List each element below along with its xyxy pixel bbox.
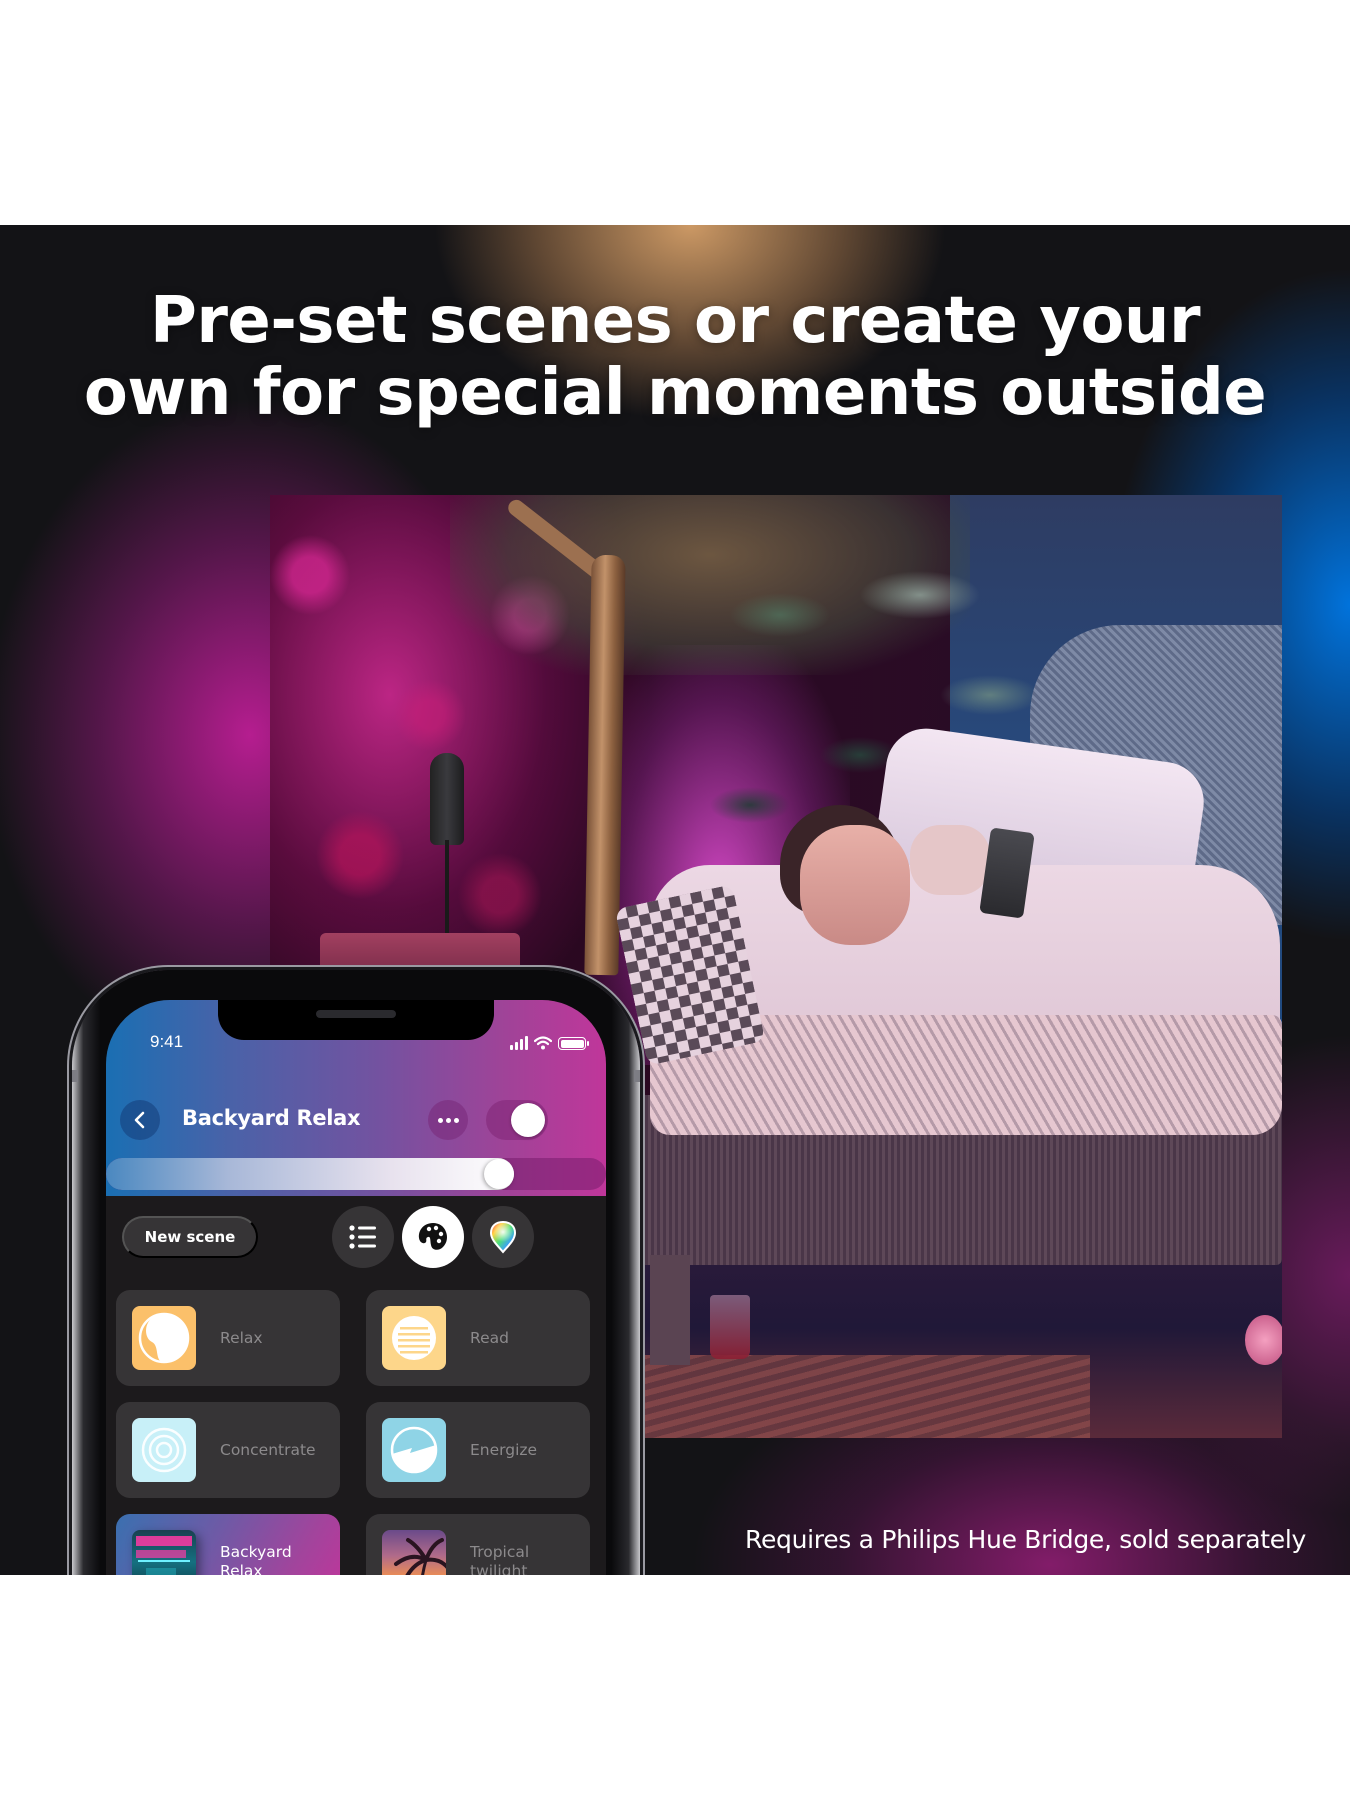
scene-label: Tropical twilight — [470, 1543, 530, 1575]
brightness-slider[interactable] — [106, 1158, 606, 1190]
battery-icon — [558, 1037, 589, 1050]
list-view-button[interactable] — [332, 1206, 394, 1268]
scene-label: Energize — [470, 1440, 538, 1459]
color-wheel-pin-icon — [489, 1220, 517, 1254]
phone-notch — [218, 1000, 494, 1040]
scene-tile-concentrate[interactable]: Concentrate — [116, 1402, 340, 1498]
scene-tile-tropical-twilight[interactable]: Tropical twilight — [366, 1514, 590, 1575]
energize-bolt-icon — [382, 1418, 446, 1482]
scene-tile-energize[interactable]: Energize — [366, 1402, 590, 1498]
new-scene-button[interactable]: New scene — [122, 1216, 258, 1258]
hue-app-screen: 9:41 Backyard Relax New scene Relax Read… — [106, 1000, 606, 1575]
back-button[interactable] — [120, 1100, 160, 1140]
wifi-icon — [534, 1036, 552, 1050]
scene-label: Backyard Relax — [220, 1543, 292, 1575]
cellular-signal-icon — [510, 1036, 528, 1050]
bridge-requirement-note: Requires a Philips Hue Bridge, sold sepa… — [745, 1525, 1306, 1554]
palm-sunset-photo — [382, 1530, 446, 1575]
phone-mockup: 9:41 Backyard Relax New scene Relax Read… — [72, 970, 640, 1575]
room-power-toggle[interactable] — [486, 1100, 548, 1140]
neon-sign-photo — [132, 1530, 196, 1575]
brightness-fill — [106, 1158, 514, 1190]
toggle-knob — [511, 1103, 545, 1137]
relax-yin-yang-icon — [132, 1306, 196, 1370]
headline-line-1: Pre-set scenes or create your — [149, 284, 1201, 358]
scene-tile-backyard-relax[interactable]: Backyard Relax — [116, 1514, 340, 1575]
scene-tile-read[interactable]: Read — [366, 1290, 590, 1386]
brightness-thumb[interactable] — [484, 1159, 514, 1189]
color-picker-view-button[interactable] — [472, 1206, 534, 1268]
more-horizontal-icon — [437, 1117, 443, 1123]
read-lines-icon — [382, 1306, 446, 1370]
headline-line-2: own for special moments outside — [83, 356, 1267, 430]
scene-label: Concentrate — [220, 1440, 316, 1459]
headline: Pre-set scenes or create your own for sp… — [0, 285, 1350, 429]
scene-label: Relax — [220, 1328, 263, 1347]
woman — [800, 825, 910, 945]
room-title: Backyard Relax — [182, 1106, 361, 1130]
list-icon — [349, 1225, 376, 1249]
room-header: 9:41 Backyard Relax — [106, 1000, 606, 1196]
chevron-left-icon — [134, 1111, 145, 1129]
concentrate-rings-icon — [132, 1418, 196, 1482]
status-time: 9:41 — [150, 1032, 184, 1051]
scene-label: Read — [470, 1328, 509, 1347]
palette-icon — [418, 1223, 447, 1250]
hero-banner: Pre-set scenes or create your own for sp… — [0, 225, 1350, 1575]
scene-tile-relax[interactable]: Relax — [116, 1290, 340, 1386]
garden-spotlight — [430, 753, 464, 845]
scene-gallery-view-button[interactable] — [402, 1206, 464, 1268]
more-options-button[interactable] — [428, 1100, 468, 1140]
